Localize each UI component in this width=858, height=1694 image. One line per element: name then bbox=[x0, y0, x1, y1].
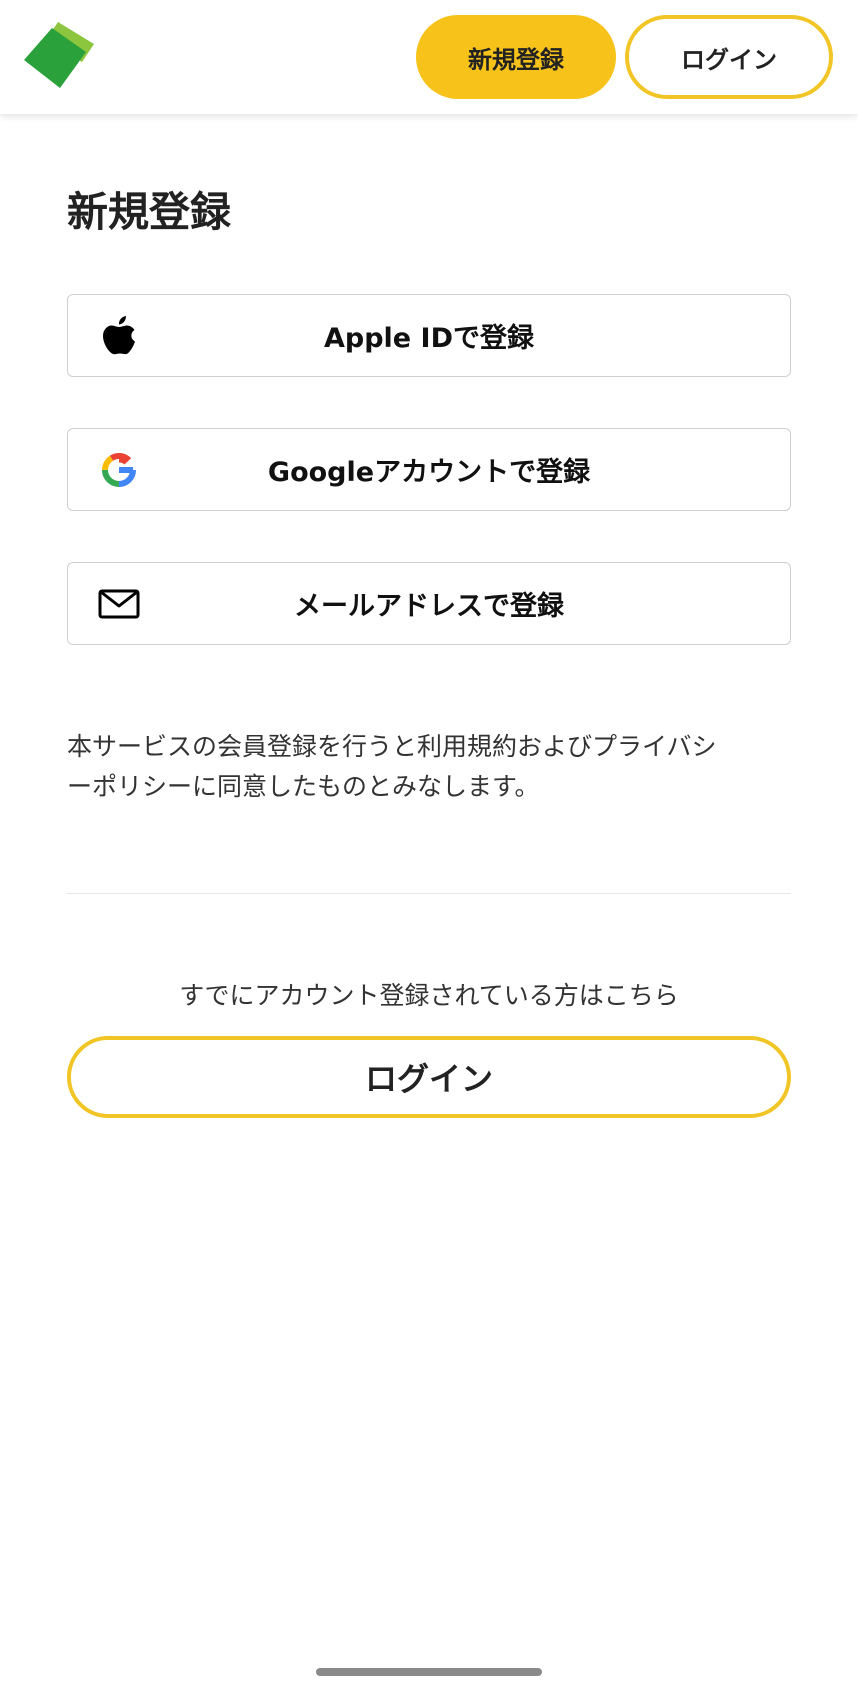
terms-notice: 本サービスの会員登録を行うと利用規約およびプライバシ ーポリシーに同意したものとみ… bbox=[67, 727, 791, 807]
header-login-button[interactable]: ログイン bbox=[625, 15, 833, 99]
header-signup-button[interactable]: 新規登録 bbox=[416, 15, 616, 99]
apple-signup-button[interactable]: Apple IDで登録 bbox=[67, 294, 791, 377]
email-signup-button[interactable]: メールアドレスで登録 bbox=[67, 562, 791, 645]
email-signup-label: メールアドレスで登録 bbox=[294, 591, 564, 622]
existing-account-prompt: すでにアカウント登録されている方はこちら bbox=[179, 981, 679, 1010]
app-header: 新規登録 ログイン bbox=[0, 0, 858, 114]
google-signup-label: Googleアカウントで登録 bbox=[267, 457, 591, 488]
page-title: 新規登録 bbox=[67, 188, 231, 236]
section-divider bbox=[67, 893, 791, 894]
terms-line-1: 本サービスの会員登録を行うと利用規約およびプライバシ bbox=[67, 732, 717, 761]
brand-logo-icon[interactable] bbox=[24, 22, 102, 88]
home-indicator[interactable] bbox=[316, 1668, 542, 1676]
terms-line-2: ーポリシーに同意したものとみなします。 bbox=[67, 772, 540, 801]
login-button[interactable]: ログイン bbox=[67, 1036, 791, 1118]
apple-signup-label: Apple IDで登録 bbox=[324, 323, 534, 354]
google-signup-button[interactable]: Googleアカウントで登録 bbox=[67, 428, 791, 511]
